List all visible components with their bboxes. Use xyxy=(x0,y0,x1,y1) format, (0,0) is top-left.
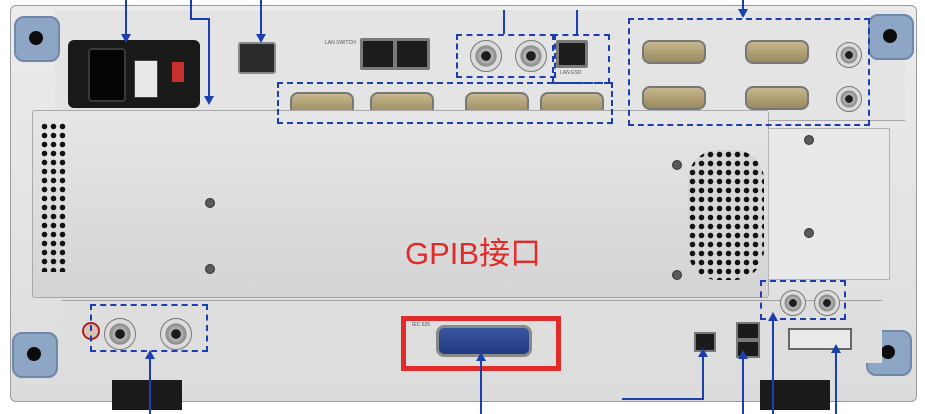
callout-line xyxy=(702,354,704,398)
screw xyxy=(672,160,682,170)
screw xyxy=(205,198,215,208)
ac-power-socket[interactable] xyxy=(88,48,126,102)
callout-box-right-io xyxy=(628,18,870,126)
callout-arrow xyxy=(121,34,131,43)
ventilation-holes-left xyxy=(40,122,68,272)
callout-arrow xyxy=(831,344,841,353)
screw xyxy=(205,264,215,274)
callout-line xyxy=(208,18,210,100)
screw xyxy=(804,228,814,238)
usb-host-port-1[interactable] xyxy=(736,322,760,340)
foot-right xyxy=(760,380,830,410)
callout-line xyxy=(503,10,505,34)
callout-box-bnc-pair xyxy=(456,34,556,78)
foot-left xyxy=(112,380,182,410)
callout-arrow xyxy=(738,350,748,359)
callout-box-dsub-row xyxy=(277,82,613,124)
callout-arrow xyxy=(738,9,748,18)
callout-line xyxy=(190,18,210,20)
right-cover-plate xyxy=(768,128,890,280)
callout-line xyxy=(622,398,704,400)
corner-bumper-top-right xyxy=(868,14,914,60)
gpib-port-label: IEC 625 xyxy=(412,322,431,328)
callout-line xyxy=(149,356,151,414)
callout-line xyxy=(772,318,774,414)
callout-line xyxy=(742,356,744,414)
callout-line xyxy=(260,0,262,36)
callout-line xyxy=(480,360,482,414)
lan-switch-port-2[interactable] xyxy=(394,38,430,70)
dvi-port[interactable] xyxy=(788,328,852,350)
screw xyxy=(672,270,682,280)
lan-port-small[interactable] xyxy=(238,42,276,74)
power-switch[interactable] xyxy=(134,60,158,98)
callout-line xyxy=(576,10,578,34)
fuse-holder[interactable] xyxy=(172,62,184,82)
callout-arrow xyxy=(145,350,155,359)
callout-arrow xyxy=(204,96,214,105)
callout-box-lan-esd xyxy=(552,34,610,84)
gpib-annotation-label: GPIB接口 xyxy=(405,236,542,271)
screw xyxy=(804,135,814,145)
callout-arrow xyxy=(476,352,486,361)
callout-arrow xyxy=(768,312,778,321)
callout-arrow xyxy=(256,34,266,43)
ventilation-grille xyxy=(688,150,764,280)
callout-box-ref xyxy=(90,304,208,352)
lan-switch-label: LAN SWITCH xyxy=(325,40,356,46)
main-cover-plate xyxy=(32,110,769,298)
corner-bumper-top-left xyxy=(14,16,60,62)
callout-arrow xyxy=(698,348,708,357)
callout-line xyxy=(835,350,837,414)
callout-line xyxy=(125,0,127,38)
lan-switch-port-1[interactable] xyxy=(360,38,396,70)
corner-bumper-bottom-left xyxy=(12,332,58,378)
callout-line xyxy=(190,0,192,18)
